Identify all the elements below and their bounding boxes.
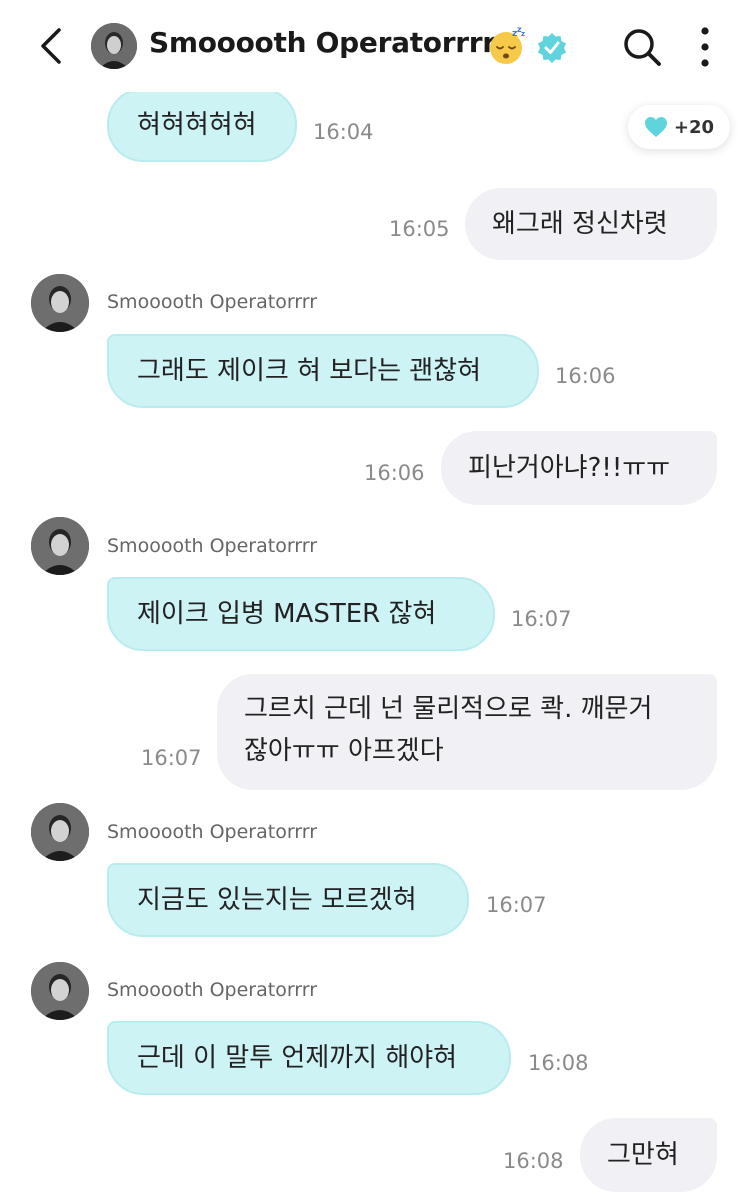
sender-name: Smooooth Operatorrrr bbox=[107, 821, 318, 843]
page-title: Smooooth Operatorrrr bbox=[149, 26, 496, 59]
message-text: 피난거아냐?!!ㅠㅠ bbox=[468, 453, 671, 483]
search-button[interactable] bbox=[620, 25, 664, 69]
avatar[interactable] bbox=[31, 517, 89, 575]
message-time: 16:05 bbox=[389, 217, 450, 241]
message-bubble-incoming[interactable]: 혀혀혀혀혀 bbox=[107, 88, 297, 162]
avatar[interactable] bbox=[31, 962, 89, 1020]
message-bubble-outgoing[interactable]: 그만혀 bbox=[580, 1118, 717, 1192]
message-time: 16:07 bbox=[511, 607, 572, 631]
avatar[interactable] bbox=[31, 274, 89, 332]
message-time: 16:08 bbox=[528, 1051, 589, 1075]
message-text-line: 잖아ㅠㅠ 아프겠다 bbox=[244, 736, 444, 766]
sleeping-face-emoji: z z z bbox=[488, 25, 528, 66]
message-text: 왜그래 정신차렷 bbox=[492, 209, 668, 239]
sender-name: Smooooth Operatorrrr bbox=[107, 979, 318, 1001]
heart-icon bbox=[644, 117, 667, 137]
chat-header: Smooooth Operatorrrr z z z bbox=[0, 0, 749, 92]
reaction-counter[interactable]: +20 bbox=[628, 105, 730, 149]
message-text: 근데 이 말투 언제까지 해야혀 bbox=[137, 1043, 458, 1073]
svg-text:z: z bbox=[521, 30, 525, 38]
message-text: 제이크 입병 MASTER 잖혀 bbox=[137, 599, 437, 629]
message-bubble-incoming[interactable]: 지금도 있는지는 모르겠혀 bbox=[107, 863, 469, 937]
message-time: 16:08 bbox=[503, 1149, 564, 1173]
verified-badge-icon bbox=[536, 31, 568, 63]
message-time: 16:06 bbox=[555, 364, 616, 388]
message-text: 혀혀혀혀혀 bbox=[137, 110, 257, 140]
message-bubble-outgoing[interactable]: 왜그래 정신차렷 bbox=[465, 188, 717, 260]
message-text-line: 그르치 근데 넌 물리적으로 콱. 깨문거 bbox=[244, 694, 653, 724]
message-time: 16:07 bbox=[141, 746, 202, 770]
message-time: 16:07 bbox=[486, 893, 547, 917]
message-text: 지금도 있는지는 모르겠혀 bbox=[137, 885, 417, 915]
message-bubble-outgoing[interactable]: 피난거아냐?!!ㅠㅠ bbox=[441, 431, 717, 505]
sender-name: Smooooth Operatorrrr bbox=[107, 291, 318, 313]
more-vertical-icon bbox=[701, 27, 709, 67]
sender-name: Smooooth Operatorrrr bbox=[107, 535, 318, 557]
back-arrow-icon bbox=[41, 28, 61, 64]
avatar[interactable] bbox=[91, 23, 137, 69]
message-time: 16:06 bbox=[364, 461, 425, 485]
message-bubble-incoming[interactable]: 근데 이 말투 언제까지 해야혀 bbox=[107, 1021, 511, 1095]
more-options-button[interactable] bbox=[690, 25, 720, 69]
message-bubble-incoming[interactable]: 그래도 제이크 혀 보다는 괜찮혀 bbox=[107, 334, 539, 408]
avatar[interactable] bbox=[31, 803, 89, 861]
message-bubble-incoming[interactable]: 제이크 입병 MASTER 잖혀 bbox=[107, 577, 495, 651]
back-button[interactable] bbox=[32, 24, 72, 68]
message-text: 그래도 제이크 혀 보다는 괜찮혀 bbox=[137, 356, 482, 386]
message-text: 그만혀 bbox=[607, 1140, 679, 1170]
reaction-count: +20 bbox=[673, 116, 715, 138]
message-time: 16:04 bbox=[313, 120, 374, 144]
message-bubble-outgoing[interactable]: 그르치 근데 넌 물리적으로 콱. 깨문거 잖아ㅠㅠ 아프겠다 bbox=[217, 674, 717, 790]
search-icon bbox=[624, 29, 661, 66]
